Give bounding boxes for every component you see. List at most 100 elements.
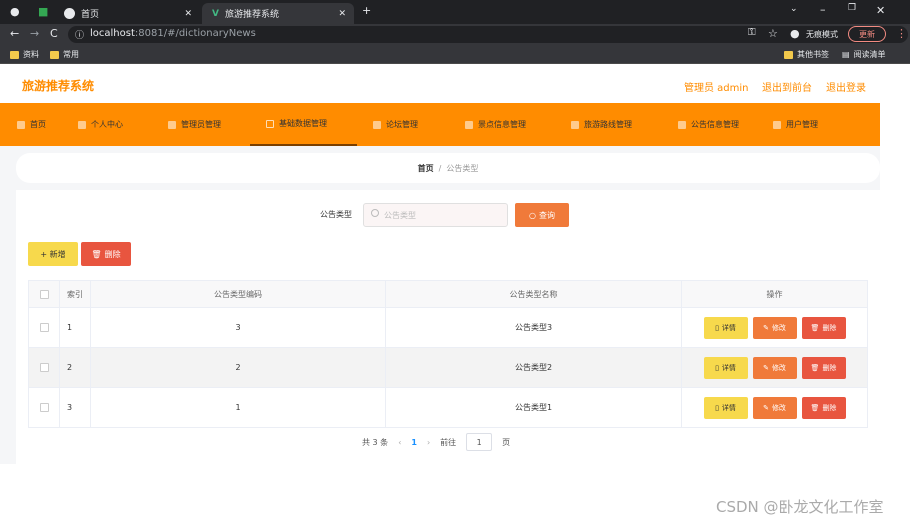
new-tab-icon[interactable]: + xyxy=(362,4,371,17)
row-index: 2 xyxy=(60,348,91,387)
detail-button[interactable]: ▯ 详情 xyxy=(703,356,748,379)
nav-item-forum[interactable]: 论坛管理 xyxy=(373,103,418,146)
edit-label: 修改 xyxy=(771,403,786,412)
info-icon[interactable]: ⓘ xyxy=(75,28,84,41)
edit-button[interactable]: ✎ 修改 xyxy=(752,316,797,339)
nav-item-home[interactable]: 首页 xyxy=(17,103,46,146)
add-button[interactable]: + 新增 xyxy=(28,242,78,266)
select-all-checkbox[interactable] xyxy=(39,289,49,299)
data-table: 索引 公告类型编码 公告类型名称 操作 1 3 公告类型3 ▯ 详情 ✎ 修改 🗑 删… xyxy=(28,280,868,428)
restore-icon[interactable]: ❐ xyxy=(848,3,856,13)
star-icon[interactable]: ☆ xyxy=(768,27,778,40)
goto-label: 前往 xyxy=(440,437,457,447)
table-row: 3 1 公告类型1 ▯ 详情 ✎ 修改 🗑 删除 xyxy=(29,388,867,428)
delete-button[interactable]: 🗑 删除 xyxy=(801,396,846,419)
row-select-cell xyxy=(29,348,60,387)
forward-icon[interactable]: → xyxy=(30,27,39,40)
user-icon xyxy=(78,120,86,129)
bookmark-folder-0[interactable]: 资料 xyxy=(10,49,39,60)
nav-item-notices[interactable]: 公告信息管理 xyxy=(678,103,739,146)
window-close-icon[interactable]: ✕ xyxy=(876,4,885,17)
row-name: 公告类型1 xyxy=(386,388,682,427)
next-page-icon[interactable]: › xyxy=(427,438,430,447)
app-header: 旅游推荐系统 管理员 admin 退出到前台 退出登录 xyxy=(0,65,880,103)
tab-close-icon[interactable]: ✕ xyxy=(184,9,192,19)
nav-item-profile[interactable]: 个人中心 xyxy=(78,103,123,146)
users-icon xyxy=(773,120,781,129)
browser-app-icon: ● xyxy=(10,5,20,18)
nav-item-users[interactable]: 用户管理 xyxy=(773,103,818,146)
row-checkbox[interactable] xyxy=(39,403,49,412)
doc-icon: ▯ xyxy=(715,403,719,412)
key-icon[interactable]: ⚿ xyxy=(748,27,756,38)
folder-icon xyxy=(10,50,19,59)
tab-home[interactable]: 首页 ✕ xyxy=(58,3,198,24)
doc-icon: ▯ xyxy=(715,363,719,372)
search-input[interactable]: 公告类型 xyxy=(363,203,508,227)
table-row: 2 2 公告类型2 ▯ 详情 ✎ 修改 🗑 删除 xyxy=(29,348,867,388)
tab-search-icon[interactable]: ⌄ xyxy=(790,4,798,14)
row-checkbox[interactable] xyxy=(39,323,49,332)
edit-button[interactable]: ✎ 修改 xyxy=(752,356,797,379)
query-label: 查询 xyxy=(538,210,555,220)
delete-button[interactable]: 🗑 删除 xyxy=(801,316,846,339)
nav-label: 个人中心 xyxy=(91,120,123,129)
detail-button[interactable]: ▯ 详情 xyxy=(703,396,748,419)
minimize-icon[interactable]: – xyxy=(820,3,826,16)
breadcrumb-home[interactable]: 首页 xyxy=(418,163,434,174)
url-host: localhost xyxy=(90,28,135,39)
bookmark-label: 其他书签 xyxy=(797,50,829,59)
query-button[interactable]: ○ 查询 xyxy=(515,203,569,227)
edit-icon: ✎ xyxy=(763,403,769,412)
batch-delete-button[interactable]: 🗑 删除 xyxy=(81,242,131,266)
globe-icon xyxy=(64,8,75,19)
logout-link[interactable]: 退出登录 xyxy=(826,79,866,94)
row-code: 3 xyxy=(91,308,386,347)
current-page[interactable]: 1 xyxy=(411,438,417,447)
detail-button[interactable]: ▯ 详情 xyxy=(703,316,748,339)
folder-icon xyxy=(784,50,793,59)
row-operations: ▯ 详情 ✎ 修改 🗑 删除 xyxy=(682,388,867,427)
edit-label: 修改 xyxy=(771,363,786,372)
row-code: 2 xyxy=(91,348,386,387)
nav-label: 用户管理 xyxy=(786,120,818,129)
row-index: 3 xyxy=(60,388,91,427)
select-all-cell xyxy=(29,281,60,307)
tab-travel[interactable]: V 旅游推荐系统 ✕ xyxy=(202,3,354,24)
chart-icon xyxy=(465,120,473,129)
url-text[interactable]: localhost:8081/#/dictionaryNews xyxy=(90,28,256,39)
menu-icon[interactable]: ⋮ xyxy=(896,27,907,40)
goto-page-input[interactable]: 1 xyxy=(466,433,493,451)
reading-list-icon: ▤ xyxy=(842,50,850,59)
reload-icon[interactable]: C xyxy=(50,27,58,40)
back-icon[interactable]: ← xyxy=(10,27,19,40)
delete-button[interactable]: 🗑 删除 xyxy=(801,356,846,379)
extension-icon[interactable]: ■ xyxy=(38,5,48,18)
nav-item-base-data[interactable]: 基础数据管理 xyxy=(250,103,357,146)
bookmark-other[interactable]: 其他书签 xyxy=(784,49,829,60)
prev-page-icon[interactable]: ‹ xyxy=(398,438,401,447)
row-name: 公告类型2 xyxy=(386,348,682,387)
watermark: CSDN @卧龙文化工作室 xyxy=(716,498,884,516)
bookmark-folder-1[interactable]: 常用 xyxy=(50,49,79,60)
nav-label: 公告信息管理 xyxy=(691,120,739,129)
tab-close-icon[interactable]: ✕ xyxy=(338,9,346,19)
nav-item-admins[interactable]: 管理员管理 xyxy=(168,103,221,146)
edit-button[interactable]: ✎ 修改 xyxy=(752,396,797,419)
url-path: :8081/#/dictionaryNews xyxy=(134,28,256,39)
admin-icon xyxy=(168,120,176,129)
update-button[interactable]: 更新 xyxy=(848,26,886,42)
header-index: 索引 xyxy=(60,281,91,307)
header-name: 公告类型名称 xyxy=(386,281,682,307)
browser-tab-bar: ● ■ 首页 ✕ V 旅游推荐系统 ✕ + ⌄ – ❐ ✕ xyxy=(0,0,910,24)
nav-item-routes[interactable]: 旅游路线管理 xyxy=(571,103,632,146)
detail-label: 详情 xyxy=(721,323,736,332)
detail-label: 详情 xyxy=(721,403,736,412)
page-suffix: 页 xyxy=(502,437,511,447)
nav-item-attractions[interactable]: 景点信息管理 xyxy=(465,103,526,146)
nav-label: 景点信息管理 xyxy=(478,120,526,129)
tab-home-label: 首页 xyxy=(81,10,100,20)
reading-list[interactable]: ▤ 阅读清单 xyxy=(842,49,886,60)
row-checkbox[interactable] xyxy=(39,363,49,372)
back-to-front-link[interactable]: 退出到前台 xyxy=(762,79,812,94)
